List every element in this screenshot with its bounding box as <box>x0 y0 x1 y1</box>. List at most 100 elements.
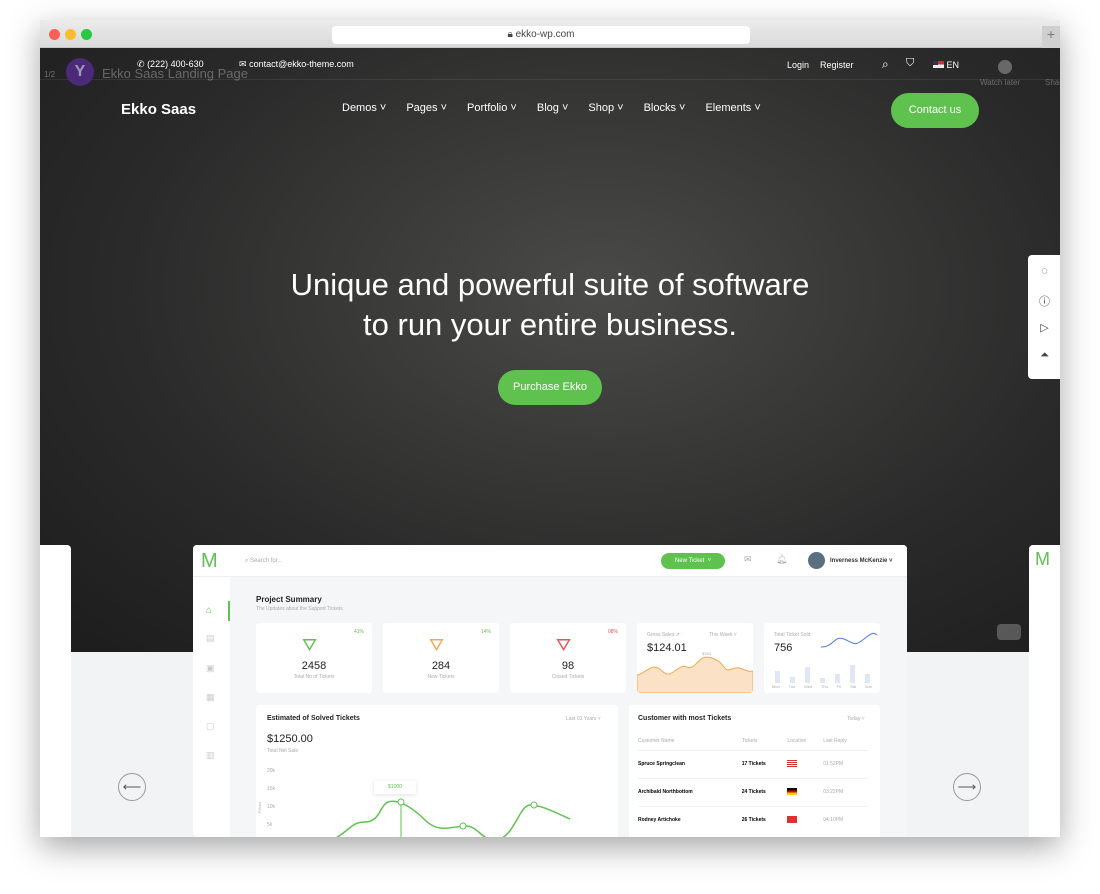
video-icon[interactable]: ▷ <box>1038 321 1051 334</box>
day-label: Fri <box>836 684 842 689</box>
nav-shop[interactable]: Shop ˅ <box>588 102 623 114</box>
gross-label: Gross Sales ↗ <box>647 632 680 638</box>
mail-icon[interactable]: ✉ <box>744 554 752 565</box>
share[interactable]: Share <box>1045 78 1060 87</box>
solved-tickets-card: Estimated of Solved Tickets Last 01 Year… <box>256 705 618 837</box>
us-flag-icon <box>933 61 944 68</box>
nav-blog[interactable]: Blog ˅ <box>537 102 569 114</box>
dash-logo-icon: M <box>201 550 218 572</box>
us-flag-icon <box>787 759 798 767</box>
flask-icon[interactable]: ⏶ <box>1038 349 1051 362</box>
bell-icon[interactable]: 🔔︎ <box>776 554 787 565</box>
site-logo[interactable]: Ekko Saas <box>121 101 196 118</box>
maximize-window-button[interactable] <box>81 29 92 40</box>
sold-trend-line <box>820 632 878 648</box>
sold-bar <box>865 673 870 683</box>
stat-card-total: 41% ⛛ 2458 Total No of Tickets <box>256 623 372 693</box>
stat-pct: 41% <box>353 629 364 635</box>
stat-value: 98 <box>561 660 575 672</box>
user-menu[interactable]: Inverness McKenzie ˅ <box>830 558 893 564</box>
new-tab-button[interactable]: + <box>1042 26 1060 48</box>
dash-sidebar: ⌂ ▤ ▣ ▦ ▢ ▥ <box>193 577 230 837</box>
stat-pct: 08% <box>607 629 618 635</box>
register-link[interactable]: Register <box>820 60 854 70</box>
main-nav: Demos ˅ Pages ˅ Portfolio ˅ Blog ˅ Shop … <box>342 102 761 114</box>
tickets-icon[interactable]: ▤ <box>206 633 215 644</box>
login-link[interactable]: Login <box>787 60 809 70</box>
stat-label: Total No of Tickets <box>293 674 335 680</box>
cn-flag-icon <box>787 815 798 823</box>
customers-card: Customer with most Tickets Today ˅ Custo… <box>629 705 880 837</box>
phone-contact[interactable]: ✆ (222) 400-630 <box>137 59 204 70</box>
video-counter: 1/2 <box>44 70 56 79</box>
phone-icon: ✆ <box>137 59 145 69</box>
home-icon[interactable]: ⌂ <box>206 605 212 616</box>
comment-icon[interactable]: ◌ <box>1038 265 1051 278</box>
sold-bar <box>790 677 795 683</box>
cart-icon[interactable]: ⛉ <box>906 57 914 70</box>
solved-line-chart <box>336 798 571 837</box>
stat-label: Closed Tickets <box>551 674 585 680</box>
purchase-button[interactable]: Purchase Ekko <box>498 370 602 405</box>
dashboard-preview: M ⌕ Search for... New Ticket ˅ ✉ 🔔︎ Inve… <box>193 545 907 837</box>
gross-period[interactable]: This Week ˅ <box>709 632 737 638</box>
url-text: ekko-wp.com <box>515 29 575 40</box>
day-label: Tue <box>788 684 796 689</box>
solved-value: $1250.00 <box>267 733 313 745</box>
next-arrow-button[interactable]: ⟶ <box>953 773 981 801</box>
sold-bar <box>835 673 840 683</box>
customers-period[interactable]: Today ˅ <box>847 716 865 722</box>
solved-subtitle: Total Net Sale <box>267 748 299 754</box>
language-selector[interactable]: EN <box>933 60 959 70</box>
info-icon[interactable]: ⓘ <box>1038 293 1051 308</box>
nav-elements[interactable]: Elements ˅ <box>705 102 760 114</box>
y-axis-label: Prices <box>257 801 263 814</box>
nav-blocks[interactable]: Blocks ˅ <box>644 102 686 114</box>
ticket-sold-card: Total Ticket Sold 756 Mon Tue Wed Thu Fri Sat… <box>764 623 880 693</box>
browser-titlebar: 🔒︎ ekko-wp.com + <box>40 20 1060 48</box>
headline-line-2: to run your entire business. <box>363 307 737 342</box>
contacts-icon[interactable]: ▣ <box>206 663 215 674</box>
table-row[interactable]: Spruce Springclean 17 Tickets 01:52PM <box>638 750 868 778</box>
close-window-button[interactable] <box>49 29 60 40</box>
sold-bar <box>850 664 855 683</box>
phone-text: (222) 400-630 <box>147 59 204 69</box>
stat-value: 2458 <box>301 660 327 672</box>
sold-label: Total Ticket Sold <box>774 632 811 638</box>
youtube-icon[interactable] <box>997 624 1021 640</box>
customers-title: Customer with most Tickets <box>638 715 732 722</box>
address-bar[interactable]: 🔒︎ ekko-wp.com <box>332 26 750 44</box>
table-row[interactable]: Rodney Artichoke 26 Tickets 04:10PM <box>638 806 868 834</box>
lock-icon: 🔒︎ <box>507 29 513 40</box>
chart-icon[interactable]: ▥ <box>206 750 215 761</box>
day-label: Thu <box>820 684 828 689</box>
new-ticket-button[interactable]: New Ticket ˅ <box>661 553 725 569</box>
chat-icon[interactable]: ▢ <box>206 721 215 732</box>
stat-value: 284 <box>431 660 451 672</box>
y-tick: 5k <box>267 822 273 828</box>
data-point <box>530 801 538 809</box>
avatar[interactable] <box>808 552 825 569</box>
sold-day-labels: Mon Tue Wed Thu Fri Sat Sun <box>772 684 872 689</box>
headline-line-1: Unique and powerful suite of software <box>290 267 810 302</box>
de-flag-icon <box>787 787 798 795</box>
contact-us-button[interactable]: Contact us <box>891 93 979 128</box>
stat-card-closed: 08% ⛛ 98 Closed Tickets <box>510 623 626 693</box>
grid-icon[interactable]: ▦ <box>206 692 215 703</box>
nav-demos[interactable]: Demos ˅ <box>342 102 386 114</box>
nav-portfolio[interactable]: Portfolio ˅ <box>467 102 517 114</box>
email-contact[interactable]: ✉ contact@ekko-theme.com <box>239 59 354 70</box>
ticket-icon: ⛛ <box>302 635 318 655</box>
side-toolbar: ◌ ⓘ ▷ ⏶ <box>1028 255 1060 379</box>
solved-period[interactable]: Last 01 Years ˅ <box>566 716 601 722</box>
search-icon[interactable]: ⌕ <box>882 57 889 72</box>
minimize-window-button[interactable] <box>65 29 76 40</box>
language-text: EN <box>946 60 960 70</box>
watch-later[interactable]: Watch later <box>980 78 1020 87</box>
stat-label: New Tickets <box>427 674 455 680</box>
dash-search[interactable]: ⌕ Search for... <box>245 558 282 565</box>
prev-arrow-button[interactable]: ⟵ <box>118 773 146 801</box>
nav-pages[interactable]: Pages ˅ <box>406 102 447 114</box>
summary-subtitle: The Updates about the Support Tickets <box>256 606 343 612</box>
table-row[interactable]: Archibald Northbottom 24 Tickets 03:22PM <box>638 778 868 806</box>
